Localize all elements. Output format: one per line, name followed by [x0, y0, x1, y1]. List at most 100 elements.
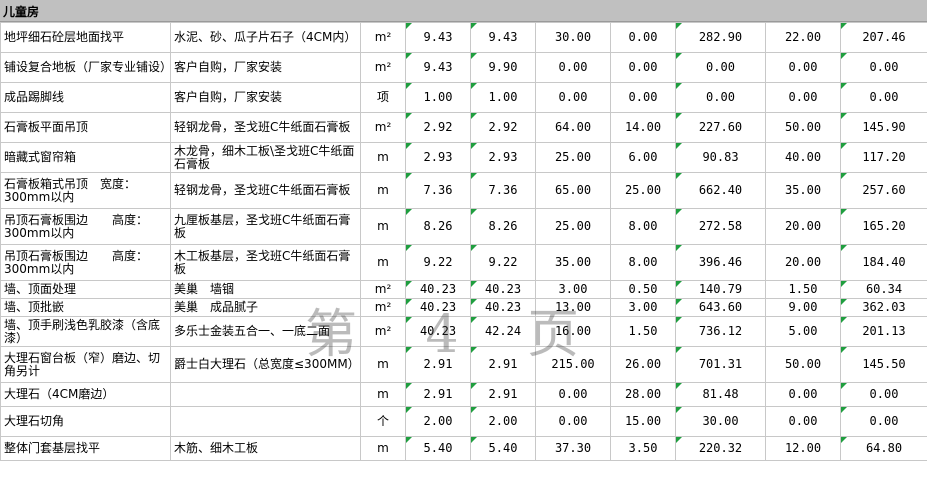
table-row: 石膏板箱式吊顶 宽度：300mm以内 轻钢龙骨，圣戈班C牛纸面石膏板 m 7.36 7.… [0, 172, 927, 209]
row-labor-total: 184.40 [840, 244, 927, 281]
row-actual-quantity: 9.90 [470, 52, 536, 83]
row-material: 美巢 成品腻子 [170, 298, 361, 317]
row-material-price: 3.00 [535, 280, 611, 299]
row-unit: 个 [360, 406, 406, 437]
row-labor-price: 0.00 [610, 52, 676, 83]
row-actual-quantity: 9.43 [470, 22, 536, 53]
row-material-total: 643.60 [675, 298, 766, 317]
row-material: 客户自购，厂家安装 [170, 52, 361, 83]
row-actual-quantity: 2.92 [470, 112, 536, 143]
row-unit: m² [360, 280, 406, 299]
table-row: 整体门套基层找平 木筋、细木工板 m 5.40 5.40 37.30 3.50 220.32 1… [0, 436, 927, 461]
row-labor-unit: 12.00 [765, 436, 841, 461]
row-material-price: 0.00 [535, 52, 611, 83]
row-actual-quantity: 42.24 [470, 316, 536, 347]
row-labor-price: 6.00 [610, 142, 676, 173]
row-name: 大理石（4CM磨边） [0, 382, 171, 407]
row-labor-price: 0.00 [610, 22, 676, 53]
row-material [170, 382, 361, 407]
table-row: 暗藏式窗帘箱 木龙骨，细木工板\圣戈班C牛纸面石膏板 m 2.93 2.93 25.00 6… [0, 142, 927, 173]
row-labor-unit: 9.00 [765, 298, 841, 317]
row-unit: m [360, 142, 406, 173]
row-material-price: 0.00 [535, 406, 611, 437]
row-labor-unit: 40.00 [765, 142, 841, 173]
row-quantity: 2.00 [405, 406, 471, 437]
row-quantity: 9.43 [405, 22, 471, 53]
row-name: 整体门套基层找平 [0, 436, 171, 461]
row-unit: m [360, 382, 406, 407]
row-material-total: 81.48 [675, 382, 766, 407]
section-header: 儿童房 [0, 0, 927, 22]
row-labor-total: 362.03 [840, 298, 927, 317]
row-material-total: 0.00 [675, 52, 766, 83]
row-name: 成品踢脚线 [0, 82, 171, 113]
row-labor-price: 1.50 [610, 316, 676, 347]
row-labor-price: 3.00 [610, 298, 676, 317]
row-labor-unit: 0.00 [765, 406, 841, 437]
row-material-total: 662.40 [675, 172, 766, 209]
row-material-price: 35.00 [535, 244, 611, 281]
section-title: 儿童房 [3, 5, 40, 19]
row-quantity: 2.91 [405, 346, 471, 383]
row-labor-total: 117.20 [840, 142, 927, 173]
row-material: 木筋、细木工板 [170, 436, 361, 461]
row-unit: m² [360, 112, 406, 143]
row-labor-total: 0.00 [840, 406, 927, 437]
row-actual-quantity: 1.00 [470, 82, 536, 113]
row-material-price: 64.00 [535, 112, 611, 143]
row-material-total: 140.79 [675, 280, 766, 299]
row-actual-quantity: 5.40 [470, 436, 536, 461]
row-labor-price: 28.00 [610, 382, 676, 407]
row-quantity: 40.23 [405, 316, 471, 347]
row-actual-quantity: 8.26 [470, 208, 536, 245]
row-labor-price: 3.50 [610, 436, 676, 461]
row-labor-unit: 35.00 [765, 172, 841, 209]
row-labor-total: 0.00 [840, 52, 927, 83]
row-actual-quantity: 7.36 [470, 172, 536, 209]
row-actual-quantity: 40.23 [470, 298, 536, 317]
row-unit: m² [360, 22, 406, 53]
row-material-total: 30.00 [675, 406, 766, 437]
row-material [170, 406, 361, 437]
row-material-total: 701.31 [675, 346, 766, 383]
row-material-total: 736.12 [675, 316, 766, 347]
row-quantity: 7.36 [405, 172, 471, 209]
row-material-price: 215.00 [535, 346, 611, 383]
row-labor-unit: 0.00 [765, 82, 841, 113]
row-material: 木龙骨，细木工板\圣戈班C牛纸面石膏板 [170, 142, 361, 173]
row-material: 美巢 墙锢 [170, 280, 361, 299]
row-labor-unit: 5.00 [765, 316, 841, 347]
row-labor-total: 145.50 [840, 346, 927, 383]
row-material: 多乐士金装五合一、一底二面 [170, 316, 361, 347]
row-labor-unit: 20.00 [765, 208, 841, 245]
table-row: 吊顶石膏板围边 高度：300mm以内 木工板基层，圣戈班C牛纸面石膏板 m 9.22 9… [0, 244, 927, 281]
row-name: 地坪细石砼层地面找平 [0, 22, 171, 53]
row-unit: m [360, 172, 406, 209]
row-material-total: 0.00 [675, 82, 766, 113]
row-material: 水泥、砂、瓜子片石子（4CM内） [170, 22, 361, 53]
row-quantity: 2.93 [405, 142, 471, 173]
row-material-total: 282.90 [675, 22, 766, 53]
row-material-price: 25.00 [535, 208, 611, 245]
row-material: 九厘板基层，圣戈班C牛纸面石膏板 [170, 208, 361, 245]
row-name: 吊顶石膏板围边 高度：300mm以内 [0, 208, 171, 245]
row-labor-total: 64.80 [840, 436, 927, 461]
row-name: 吊顶石膏板围边 高度：300mm以内 [0, 244, 171, 281]
row-actual-quantity: 40.23 [470, 280, 536, 299]
row-labor-total: 207.46 [840, 22, 927, 53]
quote-table: 地坪细石砼层地面找平 水泥、砂、瓜子片石子（4CM内） m² 9.43 9.43 30.0… [0, 22, 927, 461]
row-material-total: 90.83 [675, 142, 766, 173]
row-material-price: 13.00 [535, 298, 611, 317]
row-name: 墙、顶批嵌 [0, 298, 171, 317]
row-quantity: 8.26 [405, 208, 471, 245]
row-labor-total: 201.13 [840, 316, 927, 347]
row-labor-total: 165.20 [840, 208, 927, 245]
row-labor-unit: 50.00 [765, 112, 841, 143]
row-unit: m [360, 436, 406, 461]
row-unit: m [360, 208, 406, 245]
row-unit: m [360, 244, 406, 281]
row-actual-quantity: 2.93 [470, 142, 536, 173]
row-actual-quantity: 2.00 [470, 406, 536, 437]
table-row: 大理石（4CM磨边） m 2.91 2.91 0.00 28.00 81.48 0.00 0.0… [0, 382, 927, 407]
row-material-price: 16.00 [535, 316, 611, 347]
